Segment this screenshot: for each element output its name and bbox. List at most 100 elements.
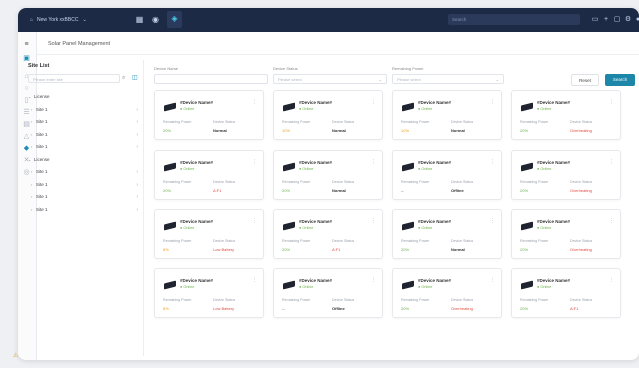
- solar-panel-icon: [164, 280, 176, 290]
- reset-button[interactable]: Reset: [571, 74, 599, 86]
- more-icon[interactable]: ⋮: [371, 277, 376, 283]
- tree-item-label: License: [34, 94, 50, 99]
- chevron-down-icon: ⌄: [28, 156, 32, 162]
- tree-item-site[interactable]: › Site 1 ›: [28, 168, 140, 176]
- gear-icon[interactable]: ⚙: [624, 15, 632, 24]
- tree-item-site[interactable]: › Site 1 ›: [28, 206, 140, 214]
- device-card[interactable]: #Device Name# ● Online ⋮ Remaining Power Dev…: [154, 209, 264, 259]
- online-label: Online: [421, 167, 433, 171]
- device-card[interactable]: #Device Name# ● Online ⋮ Remaining Power Dev…: [392, 209, 502, 259]
- remaining-power-label: Remaining Power: [401, 298, 430, 302]
- tree-item-label: Site 1: [36, 119, 48, 124]
- online-status: ● Online: [418, 226, 433, 230]
- chevron-right-icon: ›: [31, 144, 33, 149]
- device-status-label: Device Status: [332, 180, 355, 184]
- plus-icon[interactable]: +: [602, 15, 610, 24]
- chevron-right-icon: ›: [136, 119, 138, 125]
- device-name: #Device Name#: [537, 160, 571, 165]
- window-icon[interactable]: ▢: [613, 15, 621, 24]
- device-card[interactable]: #Device Name# ● Online ⋮ Remaining Power Dev…: [511, 209, 621, 259]
- device-card[interactable]: #Device Name# ● Online ⋮ Remaining Power Dev…: [273, 150, 383, 200]
- more-icon[interactable]: ⋮: [609, 277, 614, 283]
- grid-icon[interactable]: ▦: [135, 15, 144, 24]
- remaining-power-select[interactable]: Please select ⌄: [392, 74, 504, 84]
- chevron-down-icon: ⌄: [82, 17, 87, 23]
- online-label: Online: [302, 226, 314, 230]
- menu-icon[interactable]: ≡: [22, 40, 31, 49]
- device-card[interactable]: #Device Name# ● Online ⋮ Remaining Power Dev…: [392, 90, 502, 140]
- solar-panel-icon: [283, 221, 295, 231]
- device-status-label: Device Status: [451, 298, 474, 302]
- more-icon[interactable]: ⋮: [490, 218, 495, 224]
- panel-divider: [143, 60, 144, 356]
- more-icon[interactable]: ⋮: [252, 218, 257, 224]
- more-icon[interactable]: ⋮: [252, 99, 257, 105]
- search-input[interactable]: Search: [448, 14, 580, 25]
- device-name-input[interactable]: [154, 74, 268, 84]
- workspace-selector[interactable]: ⌂ New York xxBBCC ⌄: [30, 14, 87, 26]
- device-name: #Device Name#: [299, 160, 333, 165]
- more-icon[interactable]: ⋮: [371, 159, 376, 165]
- device-card[interactable]: #Device Name# ● Online ⋮ Remaining Power Dev…: [392, 268, 502, 318]
- more-icon[interactable]: ⋮: [609, 159, 614, 165]
- device-status-select[interactable]: Please select ⌄: [273, 74, 387, 84]
- remaining-power-label: Remaining Power: [401, 120, 430, 124]
- device-card[interactable]: #Device Name# ● Online ⋮ Remaining Power Dev…: [273, 90, 383, 140]
- online-status: ● Online: [299, 226, 314, 230]
- remaining-power-value: 10%: [401, 128, 410, 133]
- device-status-value: A:F1: [213, 188, 222, 193]
- device-card[interactable]: #Device Name# ● Online ⋮ Remaining Power Dev…: [511, 150, 621, 200]
- chevron-right-icon: ›: [31, 106, 33, 112]
- chevron-right-icon: ›: [31, 131, 33, 137]
- remaining-power-label: Remaining Power: [282, 120, 311, 124]
- dashboard-tab[interactable]: ◈: [167, 11, 182, 28]
- more-icon[interactable]: ⋮: [609, 218, 614, 224]
- device-card[interactable]: #Device Name# ● Online ⋮ Remaining Power Dev…: [154, 268, 264, 318]
- device-card[interactable]: #Device Name# ● Online ⋮ Remaining Power Dev…: [273, 209, 383, 259]
- solar-panel-icon: [164, 221, 176, 231]
- more-icon[interactable]: ⋮: [490, 277, 495, 283]
- tree-item-site[interactable]: › Site 1 ›: [28, 131, 140, 139]
- monitor-icon[interactable]: ▭: [591, 15, 599, 24]
- search-icon[interactable]: ⌕: [122, 74, 131, 83]
- device-card[interactable]: #Device Name# ● Online ⋮ Remaining Power Dev…: [392, 150, 502, 200]
- tree-item-site[interactable]: › Site 1 ›: [28, 193, 140, 201]
- search-button[interactable]: Search: [605, 74, 635, 86]
- globe-icon[interactable]: ◉: [151, 15, 160, 24]
- device-status-label: Device Status: [213, 298, 236, 302]
- more-icon[interactable]: ⋮: [371, 218, 376, 224]
- tree-item-site[interactable]: › Site 1 ›: [28, 118, 140, 126]
- device-card[interactable]: #Device Name# ● Online ⋮ Remaining Power Dev…: [154, 150, 264, 200]
- online-label: Online: [540, 285, 552, 289]
- device-card[interactable]: #Device Name# ● Online ⋮ Remaining Power Dev…: [154, 90, 264, 140]
- site-search-input[interactable]: Please enter site: [28, 74, 120, 83]
- device-name: #Device Name#: [299, 100, 333, 105]
- device-name: #Device Name#: [180, 219, 214, 224]
- device-status-value: Normal: [451, 128, 465, 133]
- more-icon[interactable]: ⋮: [490, 99, 495, 105]
- tree-item-site[interactable]: › Site 1 ›: [28, 106, 140, 114]
- device-status-value: Overheating: [570, 128, 592, 133]
- bell-icon[interactable]: ●: [634, 15, 639, 24]
- filter-icon[interactable]: ◫: [132, 74, 140, 83]
- remaining-power-label: Remaining Power: [392, 66, 424, 71]
- tree-item-license[interactable]: ⌄ License: [28, 156, 140, 164]
- more-icon[interactable]: ⋮: [490, 159, 495, 165]
- more-icon[interactable]: ⋮: [371, 99, 376, 105]
- online-label: Online: [540, 107, 552, 111]
- tree-item-license[interactable]: ⌄ License: [28, 93, 140, 101]
- remaining-power-value: 20%: [401, 306, 410, 311]
- device-card[interactable]: #Device Name# ● Online ⋮ Remaining Power Dev…: [273, 268, 383, 318]
- tree-item-site[interactable]: › Site 1 ›: [28, 181, 140, 189]
- more-icon[interactable]: ⋮: [252, 277, 257, 283]
- online-label: Online: [302, 285, 314, 289]
- site-list-panel: Site List Please enter site ⌕ ◫ ⌄ License…: [28, 60, 140, 356]
- tree-item-site[interactable]: › Site 1 ›: [28, 143, 140, 151]
- device-name: #Device Name#: [180, 160, 214, 165]
- device-card[interactable]: #Device Name# ● Online ⋮ Remaining Power Dev…: [511, 90, 621, 140]
- more-icon[interactable]: ⋮: [609, 99, 614, 105]
- device-status-value: Low Battery: [213, 247, 235, 252]
- warning-icon[interactable]: ⚠: [13, 352, 18, 359]
- more-icon[interactable]: ⋮: [252, 159, 257, 165]
- device-card[interactable]: #Device Name# ● Online ⋮ Remaining Power Dev…: [511, 268, 621, 318]
